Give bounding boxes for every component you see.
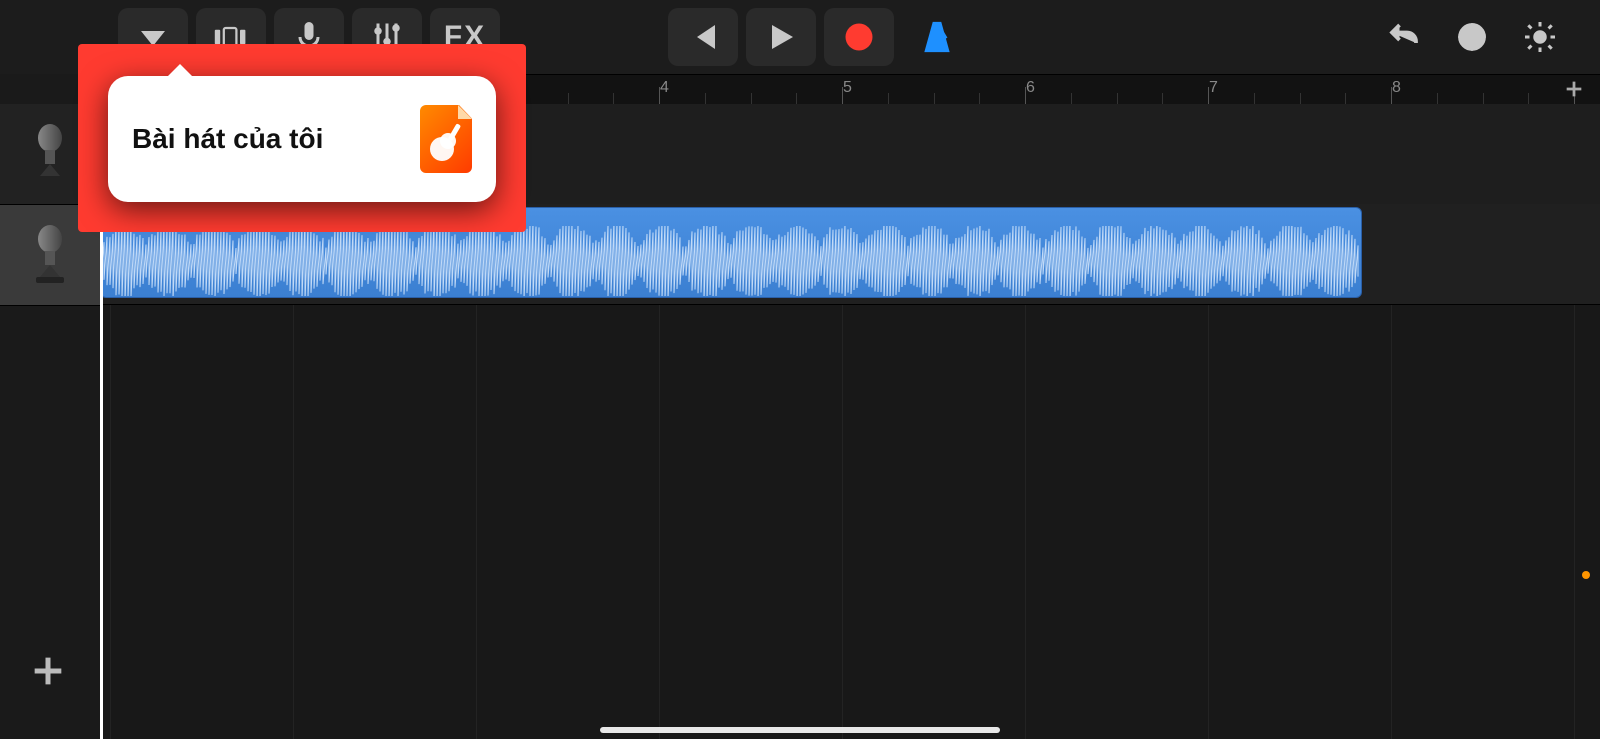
settings-button[interactable]	[1510, 8, 1570, 66]
transport-group	[668, 8, 972, 66]
play-icon	[763, 19, 799, 55]
metronome-button[interactable]	[902, 8, 972, 66]
my-songs-popover[interactable]: Bài hát của tôi	[108, 76, 496, 202]
garageband-file-icon	[420, 105, 472, 173]
undo-button[interactable]	[1374, 8, 1434, 66]
ruler-number: 8	[1392, 79, 1401, 97]
plus-icon	[1563, 78, 1585, 100]
record-icon	[841, 19, 877, 55]
microphone-icon	[28, 225, 72, 285]
play-button[interactable]	[746, 8, 816, 66]
guitar-icon	[428, 121, 464, 163]
ruler-number: 7	[1209, 79, 1218, 97]
rewind-button[interactable]	[668, 8, 738, 66]
ruler-number: 5	[843, 79, 852, 97]
popover-label: Bài hát của tôi	[132, 123, 420, 155]
rewind-icon	[685, 19, 721, 55]
record-button[interactable]	[824, 8, 894, 66]
microphone-icon	[28, 124, 72, 184]
plus-icon	[28, 651, 68, 691]
metronome-icon	[919, 19, 955, 55]
loop-browser-button[interactable]	[1442, 8, 1502, 66]
settings-gear-icon	[1522, 19, 1558, 55]
ruler-number: 4	[660, 79, 669, 97]
notification-dot	[1582, 571, 1590, 579]
waveform	[101, 226, 1361, 296]
home-indicator	[600, 727, 1000, 733]
undo-icon	[1386, 19, 1422, 55]
ruler-number: 6	[1026, 79, 1035, 97]
add-section-button[interactable]	[1554, 74, 1594, 104]
toolbar-right-group	[1374, 8, 1570, 66]
tutorial-highlight-box: Bài hát của tôi	[78, 44, 526, 232]
add-track-button[interactable]	[20, 643, 76, 699]
loop-browser-icon	[1454, 19, 1490, 55]
